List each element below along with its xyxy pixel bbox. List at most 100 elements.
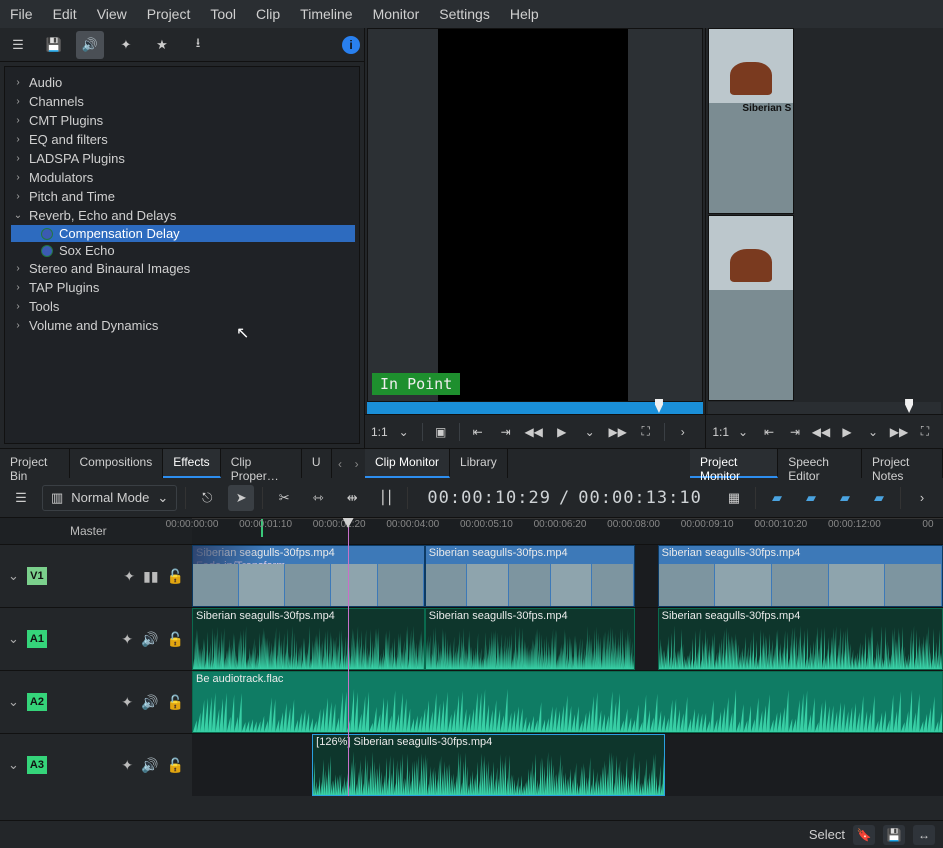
- tree-category[interactable]: ›Pitch and Time: [11, 187, 355, 206]
- edit-mode-dropdown[interactable]: ▥ Normal Mode ⌄: [42, 485, 177, 511]
- info-icon[interactable]: i: [342, 36, 360, 54]
- project-monitor-ruler[interactable]: [708, 402, 941, 414]
- playhead[interactable]: [348, 518, 349, 796]
- spacer-icon[interactable]: ⇿: [305, 485, 331, 511]
- project-monitor-frame-bottom[interactable]: [708, 215, 794, 401]
- tree-effect-item[interactable]: Compensation Delay: [11, 225, 355, 242]
- menu-file[interactable]: File: [10, 6, 33, 22]
- menu-timeline[interactable]: Timeline: [300, 6, 352, 22]
- go-out-icon[interactable]: ⇥: [494, 421, 518, 443]
- menu-help[interactable]: Help: [510, 6, 539, 22]
- fx-icon[interactable]: ✦: [121, 757, 133, 774]
- marker-c-icon[interactable]: ▰: [832, 485, 858, 511]
- speaker-icon[interactable]: 🔊: [141, 631, 158, 648]
- timeline-clip[interactable]: Siberian seagulls-30fps.mp4: [425, 545, 635, 607]
- tree-category[interactable]: ›CMT Plugins: [11, 111, 355, 130]
- frame-icon[interactable]: ▣: [429, 421, 453, 443]
- clip-monitor-view[interactable]: In Point: [367, 28, 703, 402]
- lock-icon[interactable]: 🔓: [167, 631, 184, 648]
- tab-more[interactable]: U: [302, 449, 332, 478]
- fav-outline-icon[interactable]: ✦: [112, 31, 140, 59]
- select-mode-label[interactable]: Select: [809, 827, 845, 842]
- timeline-clip[interactable]: Siberian seagulls-30fps.mp4: [425, 608, 635, 670]
- expand-icon[interactable]: ↔: [913, 825, 935, 845]
- tab-project-bin[interactable]: Project Bin: [0, 449, 70, 478]
- timeline-clip[interactable]: Be audiotrack.flac: [192, 671, 943, 733]
- speaker-icon[interactable]: 🔊: [141, 757, 158, 774]
- marker-d-icon[interactable]: ▰: [866, 485, 892, 511]
- tree-category[interactable]: ⌄Reverb, Echo and Delays: [11, 206, 355, 225]
- visibility-icon[interactable]: ▮▮: [143, 568, 158, 585]
- zoom-value[interactable]: 1:1: [371, 425, 388, 439]
- tree-category[interactable]: ›Modulators: [11, 168, 355, 187]
- play-icon[interactable]: ▶: [550, 421, 574, 443]
- track-lane[interactable]: Siberian seagulls-30fps.mp4Fade in/Trans…: [192, 545, 943, 607]
- grid-icon[interactable]: ▦: [721, 485, 747, 511]
- fx-icon[interactable]: ✦: [121, 631, 133, 648]
- tree-category[interactable]: ›Tools: [11, 297, 355, 316]
- go-in-icon[interactable]: ⇤: [466, 421, 490, 443]
- select-tool-icon[interactable]: ➤: [228, 485, 254, 511]
- split-icon[interactable]: ⎮⎮: [373, 485, 399, 511]
- forward-icon[interactable]: ▶▶: [606, 421, 630, 443]
- timeline[interactable]: Master 00:00:00:0000:00:01:1000:00:02:20…: [0, 518, 943, 796]
- speaker-icon[interactable]: 🔊: [141, 694, 158, 711]
- go-in-icon[interactable]: ⇤: [757, 421, 781, 443]
- menu-project[interactable]: Project: [147, 6, 191, 22]
- save-icon[interactable]: 💾: [883, 825, 905, 845]
- chevron-down-icon[interactable]: ⌄: [8, 568, 19, 584]
- play-icon[interactable]: ▶: [835, 421, 859, 443]
- tab-clip-monitor[interactable]: Clip Monitor: [365, 449, 450, 478]
- chevron-down-icon[interactable]: ⌄: [8, 757, 19, 773]
- chevron-right-icon[interactable]: ›: [909, 485, 935, 511]
- chevron-down-icon[interactable]: ⌄: [8, 631, 19, 647]
- chevron-down-icon[interactable]: ⌄: [392, 421, 416, 443]
- track-header[interactable]: ⌄ V1 ✦ ▮▮ 🔓: [0, 545, 192, 607]
- tree-category[interactable]: ›Stereo and Binaural Images: [11, 259, 355, 278]
- menu-monitor[interactable]: Monitor: [373, 6, 420, 22]
- tree-toggle-icon[interactable]: ☰: [4, 31, 32, 59]
- menu-view[interactable]: View: [97, 6, 127, 22]
- lock-icon[interactable]: 🔓: [167, 568, 184, 585]
- tree-category[interactable]: ›TAP Plugins: [11, 278, 355, 297]
- track-header[interactable]: ⌄ A2 ✦ 🔊 🔓: [0, 671, 192, 733]
- hamburger-icon[interactable]: ☰: [8, 485, 34, 511]
- menu-tool[interactable]: Tool: [210, 6, 236, 22]
- audio-icon[interactable]: 🔊: [76, 31, 104, 59]
- tree-category[interactable]: ›Channels: [11, 92, 355, 111]
- project-monitor-frame-top[interactable]: Siberian S: [708, 28, 794, 214]
- marker-b-icon[interactable]: ▰: [798, 485, 824, 511]
- tab-compositions[interactable]: Compositions: [70, 449, 164, 478]
- track-header[interactable]: ⌄ A3 ✦ 🔊 🔓: [0, 734, 192, 796]
- rewind-icon[interactable]: ◀◀: [522, 421, 546, 443]
- chevron-down-icon[interactable]: ⌄: [731, 421, 755, 443]
- clip-monitor-ruler[interactable]: [367, 402, 703, 414]
- download-icon[interactable]: ⭳: [184, 31, 212, 59]
- track-lane[interactable]: Siberian seagulls-30fps.mp4Siberian seag…: [192, 608, 943, 670]
- zoom-value[interactable]: 1:1: [712, 425, 729, 439]
- fx-icon[interactable]: ✦: [123, 568, 135, 585]
- marker-a-icon[interactable]: ▰: [764, 485, 790, 511]
- menu-clip[interactable]: Clip: [256, 6, 280, 22]
- tab-clip-properties[interactable]: Clip Proper…: [221, 449, 302, 478]
- tree-effect-item[interactable]: Sox Echo: [11, 242, 355, 259]
- tabs-scroll-left-icon[interactable]: ‹: [332, 449, 349, 478]
- timecode-position[interactable]: 00:00:10:29: [427, 488, 551, 508]
- fav-icon[interactable]: ★: [148, 31, 176, 59]
- cut-icon[interactable]: ✂: [271, 485, 297, 511]
- crop-icon[interactable]: ⛶: [913, 421, 937, 443]
- track-lane[interactable]: [126%] Siberian seagulls-30fps.mp4: [192, 734, 943, 796]
- menu-settings[interactable]: Settings: [439, 6, 490, 22]
- lock-icon[interactable]: 🔓: [167, 694, 184, 711]
- tab-project-notes[interactable]: Project Notes: [862, 449, 943, 478]
- tree-category[interactable]: ›EQ and filters: [11, 130, 355, 149]
- chevron-right-icon[interactable]: ›: [671, 421, 695, 443]
- go-out-icon[interactable]: ⇥: [783, 421, 807, 443]
- tabs-scroll-right-icon[interactable]: ›: [348, 449, 365, 478]
- chevron-down-icon[interactable]: ⌄: [8, 694, 19, 710]
- tag-icon[interactable]: 🔖: [853, 825, 875, 845]
- menu-edit[interactable]: Edit: [53, 6, 77, 22]
- rewind-icon[interactable]: ◀◀: [809, 421, 833, 443]
- fx-icon[interactable]: ✦: [121, 694, 133, 711]
- lock-icon[interactable]: 🔓: [167, 757, 184, 774]
